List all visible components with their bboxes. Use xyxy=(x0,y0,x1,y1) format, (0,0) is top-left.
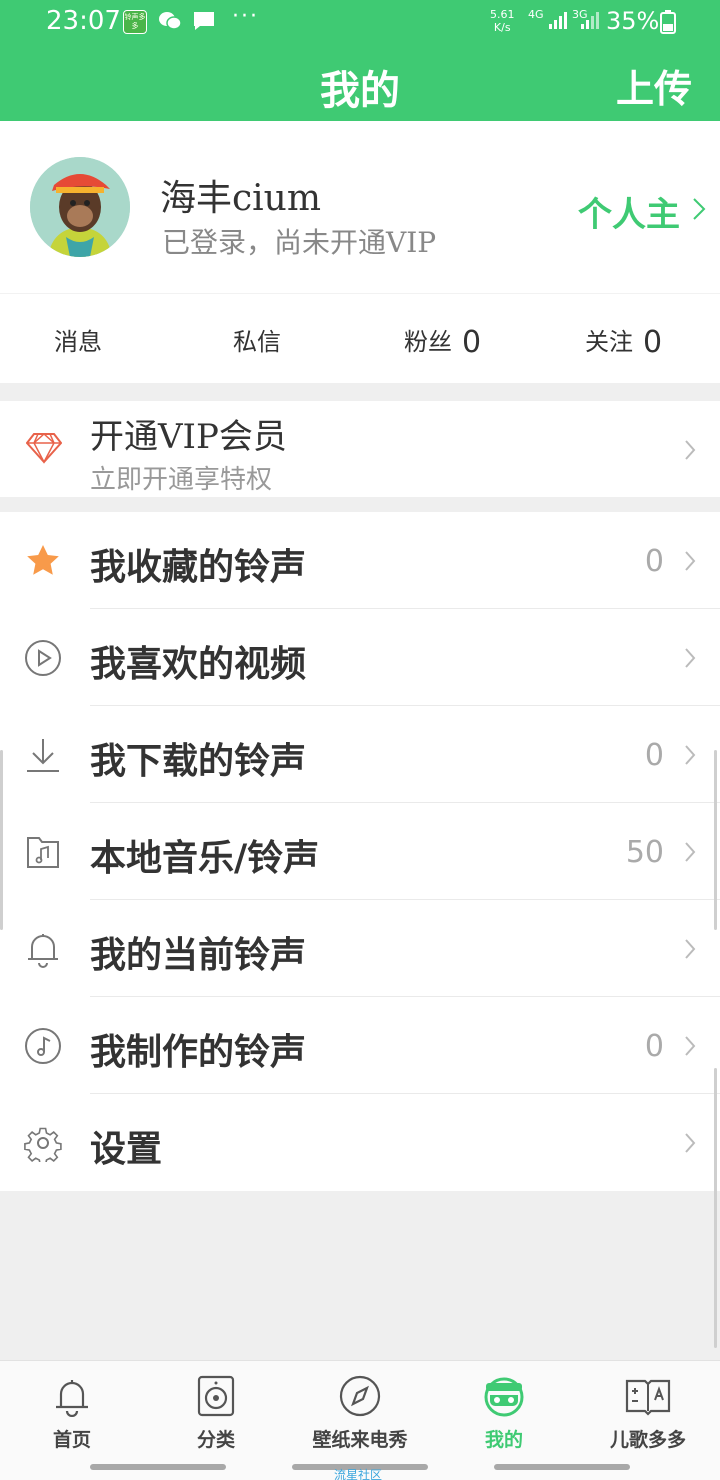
stat-messages[interactable]: 消息 xyxy=(54,322,112,358)
menu-count: 0 xyxy=(644,1029,664,1064)
chevron-right-icon xyxy=(684,647,696,673)
chevron-right-icon xyxy=(684,744,696,770)
menu-label: 本地音乐/铃声 xyxy=(90,837,320,879)
personal-homepage-link[interactable]: 个人主 xyxy=(578,187,680,236)
signal-icon xyxy=(548,10,570,34)
menu-label: 我收藏的铃声 xyxy=(90,546,307,588)
stats-row: 消息 私信 粉丝 0 关注 0 xyxy=(0,293,720,383)
upload-button[interactable]: 上传 xyxy=(616,58,692,113)
stat-private-messages[interactable]: 私信 xyxy=(233,322,291,358)
menu-count: 0 xyxy=(644,544,664,579)
status-time: 23:07 xyxy=(46,6,121,36)
stat-label: 消息 xyxy=(54,328,102,356)
avatar[interactable] xyxy=(30,157,130,257)
tab-label: 壁纸来电秀 xyxy=(312,1429,408,1451)
diamond-icon xyxy=(25,432,63,468)
menu-label: 我制作的铃声 xyxy=(90,1031,307,1073)
stat-value: 0 xyxy=(462,325,482,360)
stat-label: 私信 xyxy=(233,328,281,356)
nav-pill-left[interactable] xyxy=(90,1464,226,1470)
chevron-right-icon xyxy=(684,1132,696,1158)
download-icon xyxy=(24,736,62,774)
speaker-tab-icon xyxy=(197,1375,235,1421)
menu-count: 0 xyxy=(644,738,664,773)
bottom-tab-bar: 首页 分类 壁纸来电秀 我的 儿歌多多 xyxy=(0,1360,720,1454)
network-speed: 5.61 K/s xyxy=(490,8,515,34)
stat-value: 0 xyxy=(643,325,663,360)
membership-status: 已登录，尚未开通VIP xyxy=(162,226,437,259)
battery-icon xyxy=(660,10,676,38)
username: 海丰cium xyxy=(160,178,321,219)
music-note-icon xyxy=(24,1027,62,1065)
nav-pill-right[interactable] xyxy=(494,1464,630,1470)
gear-icon xyxy=(24,1124,62,1166)
chevron-right-icon xyxy=(692,197,706,225)
chevron-right-icon xyxy=(684,439,696,465)
menu-item-settings[interactable]: 设置 xyxy=(0,1094,720,1191)
star-icon xyxy=(24,542,62,580)
bell-icon xyxy=(24,930,62,968)
ringtone-app-icon: 铃声多多 xyxy=(123,10,147,34)
tab-home[interactable]: 首页 xyxy=(0,1361,144,1455)
battery-percent: 35% xyxy=(606,7,660,35)
chevron-right-icon xyxy=(684,841,696,867)
compass-tab-icon xyxy=(339,1375,381,1421)
net-4g-label: 4G xyxy=(528,8,544,21)
tab-mine[interactable]: 我的 xyxy=(432,1361,576,1455)
vip-banner[interactable]: 开通VIP会员 立即开通享特权 xyxy=(0,401,720,497)
stat-label: 粉丝 xyxy=(404,328,452,356)
edge-panel-handle-right-lower[interactable] xyxy=(714,1068,717,1348)
menu-item-made-ringtones[interactable]: 我制作的铃声 0 xyxy=(0,997,720,1094)
speed-unit: K/s xyxy=(493,21,511,34)
menu-label: 我喜欢的视频 xyxy=(90,643,307,685)
stat-fans[interactable]: 粉丝 0 xyxy=(404,322,482,360)
edge-panel-handle-right[interactable] xyxy=(714,750,717,930)
chevron-right-icon xyxy=(684,550,696,576)
status-bar: 23:07 铃声多多 ··· 5.61 K/s 4G 3G 35% xyxy=(0,0,720,44)
page-title: 我的 xyxy=(320,67,400,114)
tab-wallpaper-caller-show[interactable]: 壁纸来电秀 xyxy=(288,1361,432,1455)
tab-label: 我的 xyxy=(484,1429,523,1451)
profile-card: 海丰cium 已登录，尚未开通VIP 个人主 消息 私信 粉丝 0 关注 0 xyxy=(0,121,720,383)
menu-label: 设置 xyxy=(90,1128,163,1170)
wechat-icon xyxy=(158,10,182,36)
signal-icon-2 xyxy=(580,10,600,34)
chevron-right-icon xyxy=(684,1035,696,1061)
header: 我的 上传 xyxy=(0,44,720,121)
menu-item-local-music[interactable]: 本地音乐/铃声 50 xyxy=(0,803,720,900)
menu-label: 我下载的铃声 xyxy=(90,740,307,782)
menu-label: 我的当前铃声 xyxy=(90,934,307,976)
more-notifications-icon: ··· xyxy=(232,4,259,29)
menu-item-liked-videos[interactable]: 我喜欢的视频 xyxy=(0,609,720,706)
stat-following[interactable]: 关注 0 xyxy=(585,322,663,360)
chevron-right-icon xyxy=(684,938,696,964)
tab-label: 首页 xyxy=(52,1429,91,1451)
music-folder-icon xyxy=(24,833,62,871)
tab-label: 分类 xyxy=(196,1429,235,1451)
book-tab-icon xyxy=(624,1375,672,1421)
bell-tab-icon xyxy=(53,1375,91,1421)
message-icon xyxy=(192,10,216,36)
watermark: 流星社区 xyxy=(334,1468,383,1480)
stat-label: 关注 xyxy=(585,328,633,356)
tab-kids-songs[interactable]: 儿歌多多 xyxy=(576,1361,720,1455)
vip-subtitle: 立即开通享特权 xyxy=(90,465,273,495)
edge-panel-handle-left[interactable] xyxy=(0,750,3,930)
menu-item-current-ringtone[interactable]: 我的当前铃声 xyxy=(0,900,720,997)
tab-category[interactable]: 分类 xyxy=(144,1361,288,1455)
speed-value: 5.61 xyxy=(490,8,515,21)
menu-count: 50 xyxy=(625,835,664,870)
menu-list: 我收藏的铃声 0 我喜欢的视频 我下载的铃声 0 本地音乐/铃声 50 我的当前… xyxy=(0,512,720,1191)
tab-label: 儿歌多多 xyxy=(609,1429,686,1451)
menu-item-downloaded-ringtones[interactable]: 我下载的铃声 0 xyxy=(0,706,720,803)
monkey-face-tab-icon xyxy=(482,1375,526,1421)
vip-title: 开通VIP会员 xyxy=(90,417,287,457)
system-navigation-bar: 流星社区 xyxy=(0,1454,720,1480)
menu-item-favorite-ringtones[interactable]: 我收藏的铃声 0 xyxy=(0,512,720,609)
play-circle-icon xyxy=(24,639,62,677)
